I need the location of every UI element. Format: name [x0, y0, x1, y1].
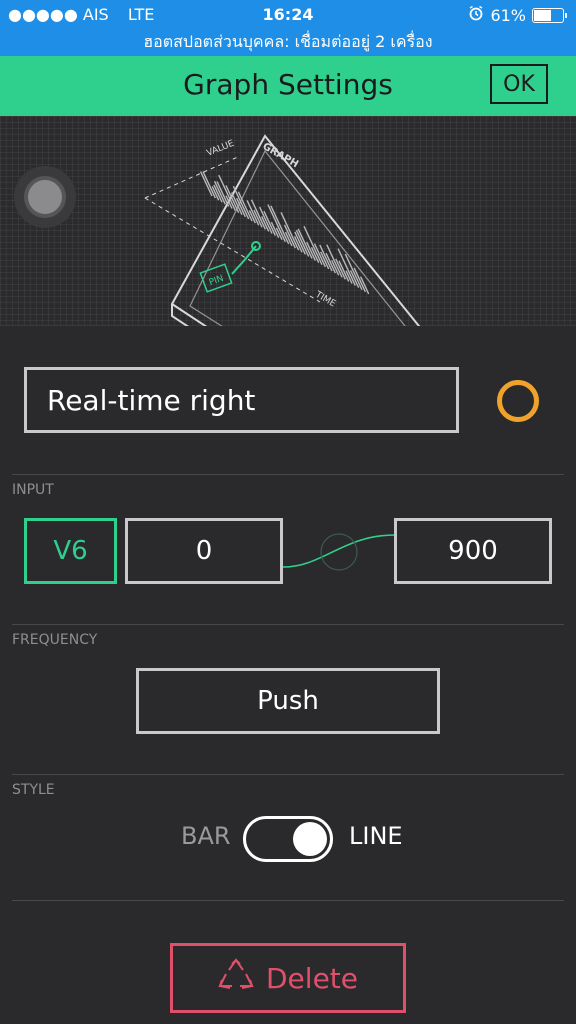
graph-illustration-bar [199, 171, 213, 197]
header: Graph Settings OK [0, 56, 576, 116]
graph-illustration-bar [353, 267, 366, 293]
battery-icon [532, 7, 567, 23]
alarm-icon [468, 5, 484, 25]
battery-percent: 61% [490, 5, 526, 25]
max-value-input[interactable]: 900 [394, 518, 552, 584]
recycle-icon [218, 957, 254, 999]
graph-illustration-bar [303, 225, 323, 266]
ok-button[interactable]: OK [490, 64, 548, 104]
graph-illustration-bar [280, 212, 300, 251]
min-value-input[interactable]: 0 [125, 518, 283, 584]
status-bar: ●●●●● AIS LTE 16:24 61% ฮอตสปอตส่วนบุคคล… [0, 0, 576, 56]
graph-illustration: VALUE GRAPH TIME PIN [144, 134, 421, 326]
widget-title-input[interactable]: Real-time right [24, 367, 459, 433]
divider [12, 900, 564, 901]
delete-button[interactable]: Delete [170, 943, 406, 1013]
battery-level [534, 9, 552, 21]
frequency-select[interactable]: Push [136, 668, 440, 734]
divider [12, 474, 564, 475]
graph-label: GRAPH [261, 141, 301, 170]
graph-illustration-bar [267, 204, 286, 243]
hotspot-banner[interactable]: ฮอตสปอตส่วนบุคคล: เชื่อมต่ออยู่ 2 เครื่อ… [0, 30, 576, 55]
graph-illustration-bar [338, 260, 350, 282]
graph-illustration-bar [313, 243, 326, 268]
pin-selector[interactable]: V6 [24, 518, 117, 584]
graph-illustration-bar [283, 224, 296, 249]
graph-illustration-bar [325, 252, 336, 274]
graph-illustration-bar [202, 171, 216, 199]
widget-preview: VALUE GRAPH TIME PIN [0, 116, 576, 326]
toggle-knob [293, 822, 327, 856]
style-option-line[interactable]: LINE [349, 822, 403, 850]
divider [12, 774, 564, 775]
frequency-section-label: FREQUENCY [12, 632, 98, 648]
divider [12, 624, 564, 625]
style-section-label: STYLE [12, 782, 55, 798]
style-option-bar[interactable]: BAR [181, 822, 231, 850]
axis-value-label: VALUE [205, 139, 236, 159]
color-picker-button[interactable] [497, 380, 539, 422]
axis-time-label: TIME [313, 289, 338, 309]
style-toggle[interactable] [243, 816, 333, 862]
graph-illustration-bar [337, 248, 356, 286]
range-link-connector [283, 533, 395, 571]
input-section-label: INPUT [12, 482, 54, 498]
delete-label: Delete [266, 961, 358, 995]
graph-illustration-bar [294, 231, 306, 255]
graph-illustration-bar [344, 253, 363, 291]
graph-illustration-bar [270, 205, 290, 245]
